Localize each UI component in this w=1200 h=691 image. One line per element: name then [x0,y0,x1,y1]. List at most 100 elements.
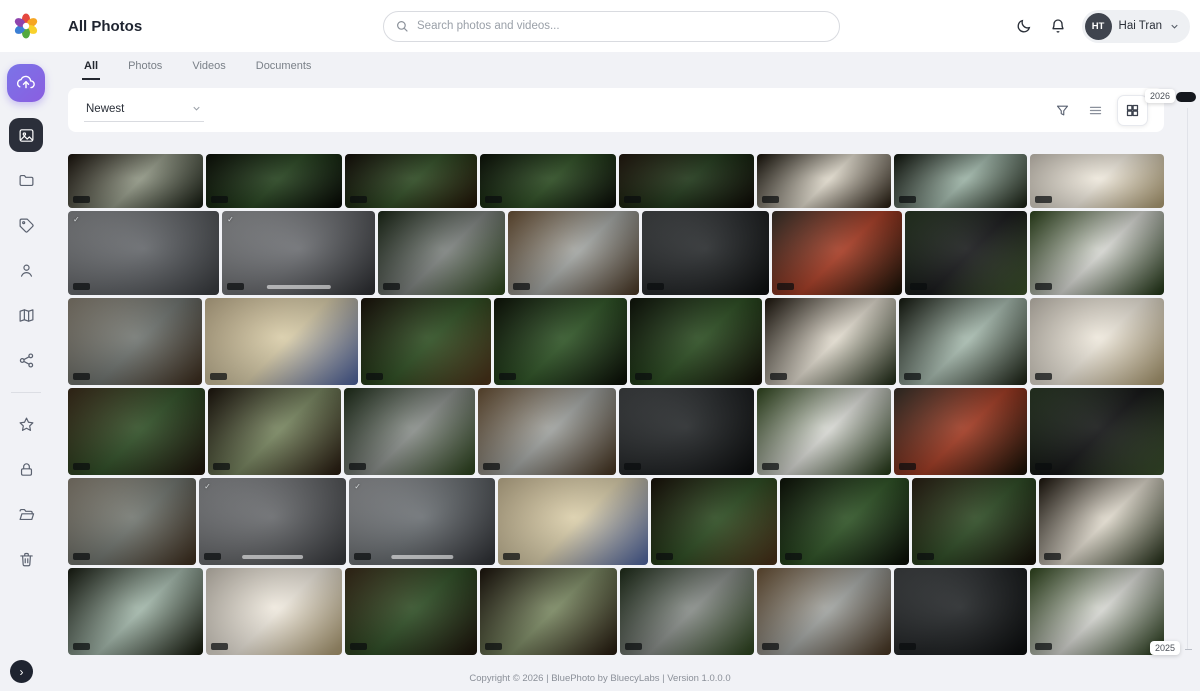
dark-mode-toggle[interactable] [1014,16,1034,36]
photo-thumbnail[interactable] [651,478,777,565]
tab-documents[interactable]: Documents [254,60,314,80]
photo-thumbnail[interactable] [345,154,477,208]
photo-thumbnail[interactable] [772,211,902,295]
photo-thumbnail[interactable] [1030,568,1164,655]
sidebar-item-folders[interactable] [9,163,43,197]
photo-thumbnail[interactable] [68,568,203,655]
video-duration-badge [383,283,400,290]
photo-thumbnail[interactable] [68,388,205,475]
video-duration-badge [635,373,652,380]
photo-thumbnail[interactable] [344,388,475,475]
photo-thumbnail[interactable] [478,388,615,475]
photo-thumbnail[interactable] [620,568,754,655]
photo-thumbnail[interactable] [912,478,1036,565]
sort-selected-value: Newest [86,103,124,115]
search-input[interactable] [417,20,827,32]
photo-thumbnail[interactable] [206,568,342,655]
sidebar-item-archive[interactable] [9,497,43,531]
filter-button[interactable] [1051,99,1074,122]
video-duration-badge [1035,643,1052,650]
copyright-text: Copyright © 2026 | BluePhoto by BluecyLa… [469,673,730,684]
photo-thumbnail[interactable]: ✓ [222,211,375,295]
sidebar-item-shared[interactable] [9,343,43,377]
avatar: HT [1085,13,1112,40]
photo-thumbnail[interactable] [378,211,505,295]
tab-bar: All Photos Videos Documents [56,52,1200,80]
search-bar[interactable] [383,11,840,42]
photo-thumbnail[interactable] [1039,478,1164,565]
video-duration-badge [625,643,642,650]
sidebar-item-places[interactable] [9,298,43,332]
photo-thumbnail[interactable] [630,298,762,385]
photo-thumbnail[interactable] [619,388,754,475]
photo-thumbnail[interactable]: ✓ [68,211,219,295]
photo-thumbnail[interactable] [1030,154,1164,208]
photo-thumbnail[interactable] [765,298,896,385]
sidebar-item-locked[interactable] [9,452,43,486]
photo-thumbnail[interactable] [498,478,647,565]
video-duration-badge [762,196,779,203]
photo-thumbnail[interactable] [780,478,909,565]
photo-thumbnail[interactable] [508,211,638,295]
sort-dropdown[interactable]: Newest [84,99,204,122]
photo-thumbnail[interactable] [899,298,1027,385]
list-view-button[interactable] [1084,99,1107,122]
photo-thumbnail[interactable] [208,388,341,475]
sidebar-item-all-photos[interactable] [9,118,43,152]
sidebar-item-people[interactable] [9,253,43,287]
share-icon [18,352,35,369]
sidebar-item-upload[interactable] [7,64,45,102]
photo-thumbnail[interactable] [494,298,626,385]
notifications-button[interactable] [1048,16,1068,36]
photo-thumbnail[interactable] [757,154,891,208]
star-icon [18,416,35,433]
photo-thumbnail[interactable] [894,568,1027,655]
photo-thumbnail[interactable] [894,388,1027,475]
photo-thumbnail[interactable] [1030,298,1164,385]
photo-thumbnail[interactable] [206,154,342,208]
photo-thumbnail[interactable] [480,154,615,208]
photo-thumbnail[interactable] [619,154,754,208]
grid-view-button[interactable] [1117,95,1148,126]
bell-icon [1050,18,1066,34]
video-duration-badge [910,283,927,290]
timeline-scrubber[interactable]: 2026 2025 [1164,0,1200,691]
photo-thumbnail[interactable] [642,211,769,295]
video-duration-badge [210,373,227,380]
video-duration-badge [762,463,779,470]
sidebar-item-trash[interactable] [9,542,43,576]
subtitle-caption-bar [392,555,453,559]
photo-thumbnail[interactable] [68,154,203,208]
selected-check-icon: ✓ [73,215,80,224]
scrubber-handle[interactable] [1176,92,1196,102]
photo-thumbnail[interactable] [1030,388,1164,475]
photo-thumbnail[interactable] [905,211,1027,295]
photo-thumbnail[interactable] [205,298,358,385]
video-duration-badge [785,553,802,560]
photo-thumbnail[interactable] [361,298,491,385]
video-duration-badge [73,196,90,203]
tab-videos[interactable]: Videos [190,60,227,80]
sidebar-item-favorites[interactable] [9,407,43,441]
video-duration-badge [499,373,516,380]
folder-open-icon [18,506,35,523]
photo-thumbnail[interactable]: ✓ [199,478,346,565]
photo-thumbnail[interactable] [1030,211,1164,295]
tab-photos[interactable]: Photos [126,60,164,80]
photo-thumbnail[interactable] [68,298,202,385]
video-duration-badge [485,643,502,650]
timeline-tick [1185,649,1192,650]
sidebar-item-tags[interactable] [9,208,43,242]
video-duration-badge [624,196,641,203]
tab-all[interactable]: All [82,60,100,80]
photo-thumbnail[interactable] [757,388,891,475]
filter-funnel-icon [1055,103,1070,118]
photo-grid-row: ✓✓ [68,211,1164,295]
photo-thumbnail[interactable] [480,568,616,655]
photo-thumbnail[interactable] [894,154,1027,208]
photo-thumbnail[interactable] [68,478,196,565]
photo-thumbnail[interactable] [757,568,891,655]
photo-thumbnail[interactable]: ✓ [349,478,495,565]
video-duration-badge [624,463,641,470]
photo-thumbnail[interactable] [345,568,477,655]
